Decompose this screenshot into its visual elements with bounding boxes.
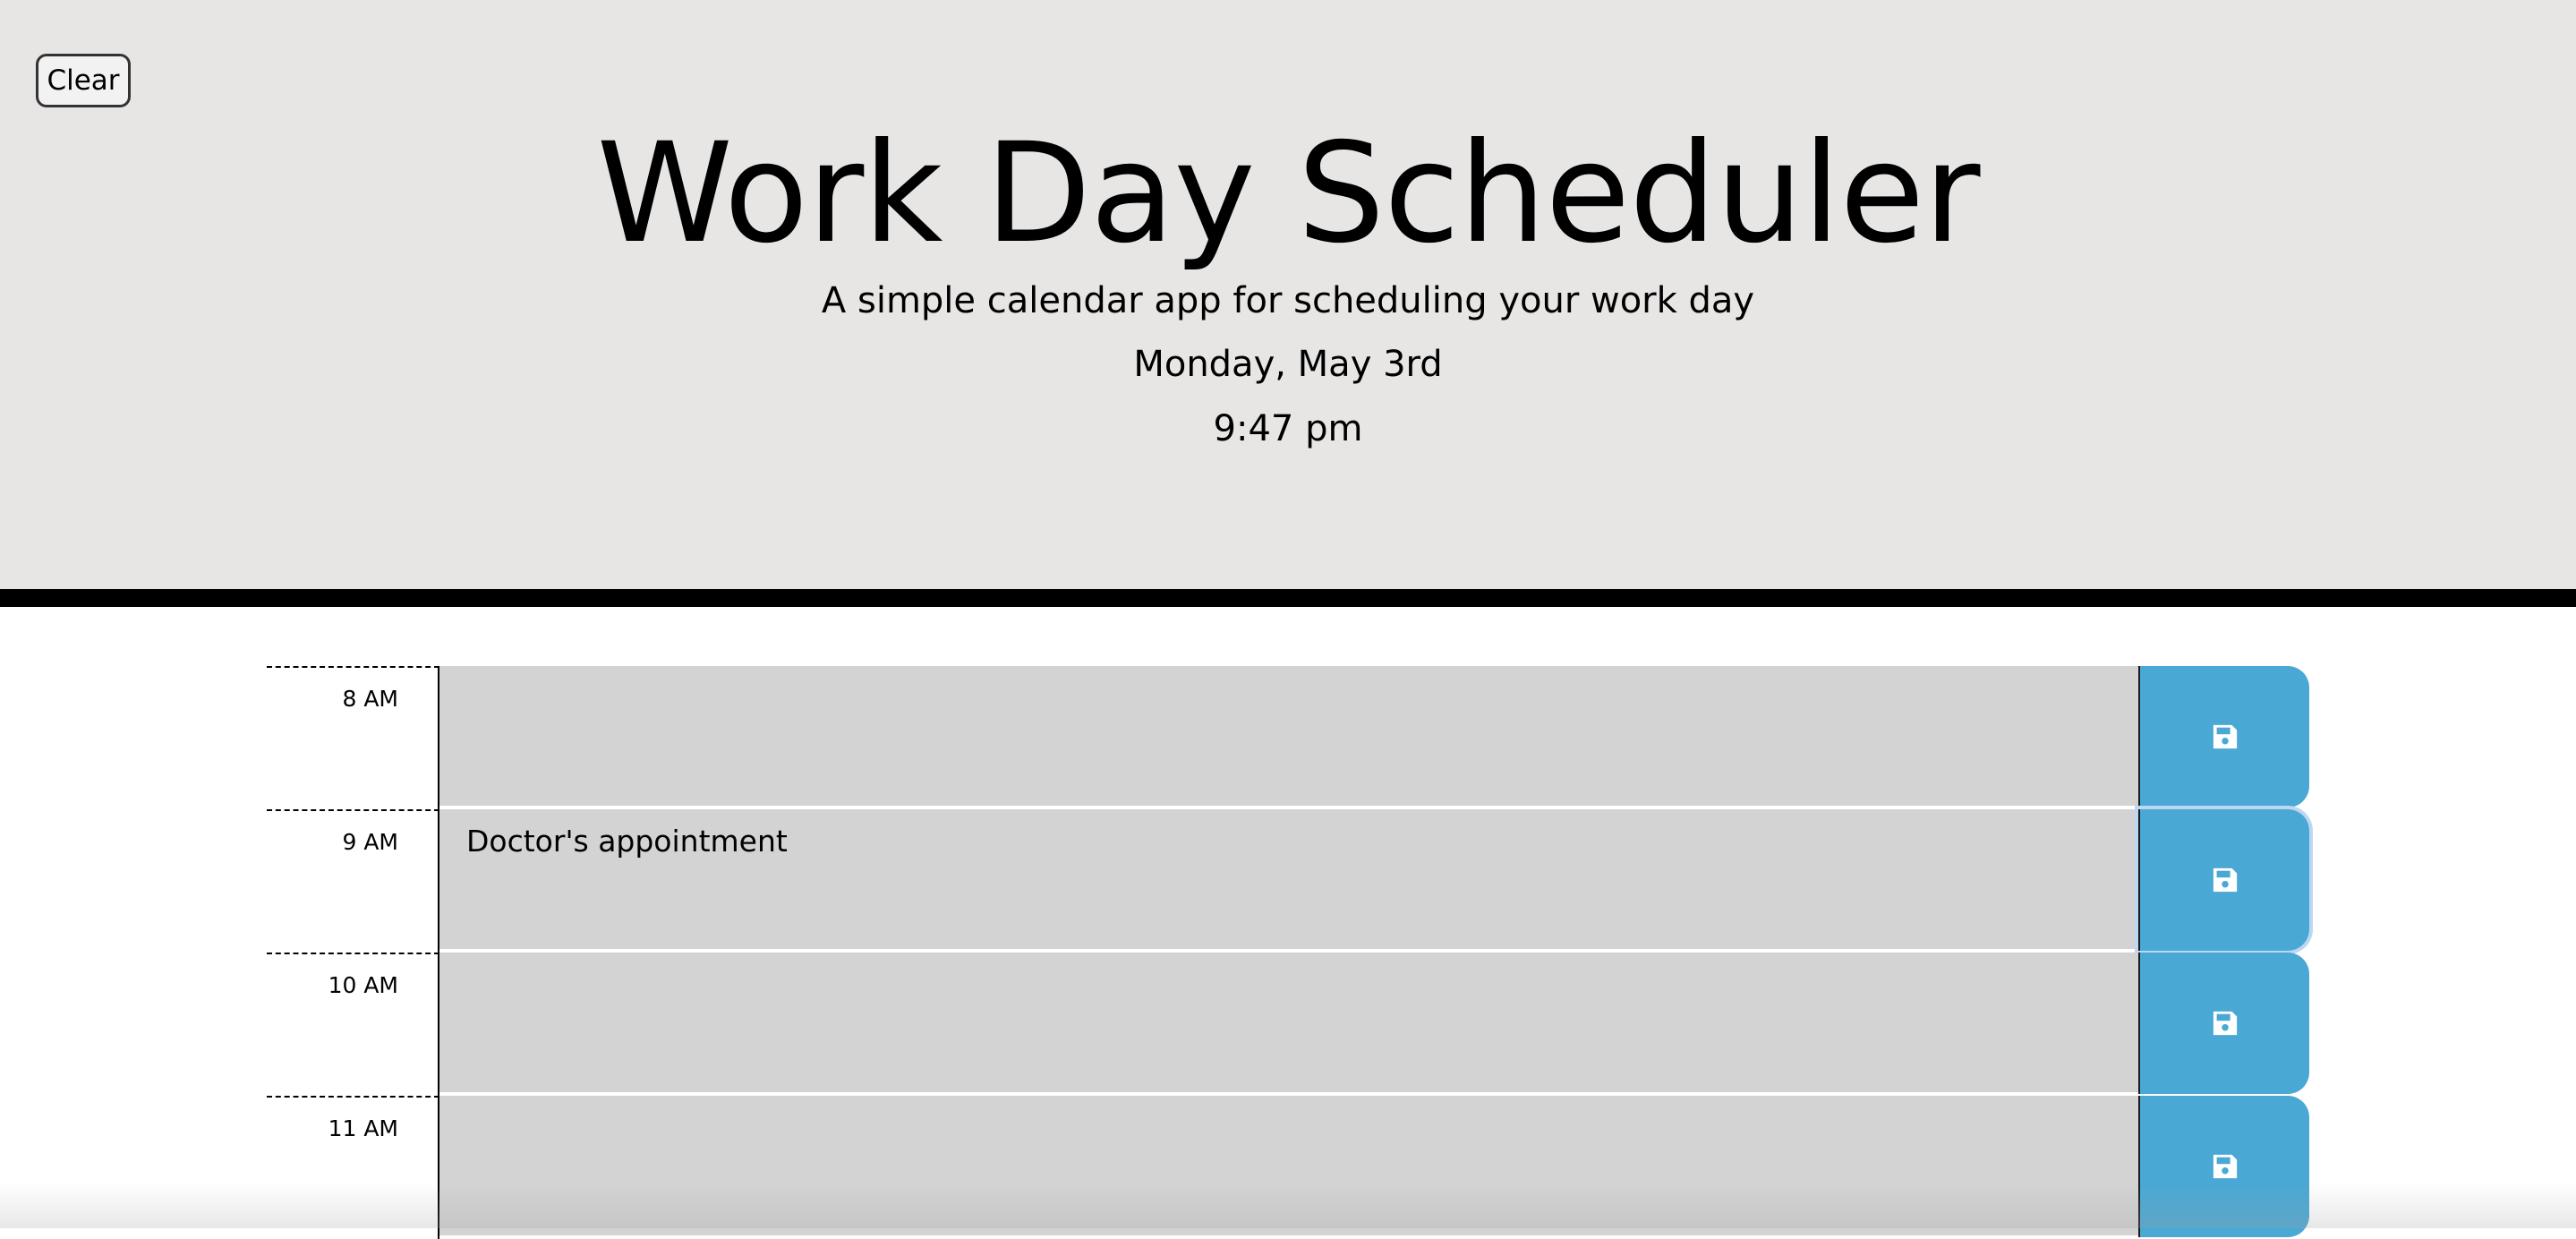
current-day: Monday, May 3rd (1133, 344, 1443, 385)
floppy-disk-icon (2213, 1154, 2237, 1179)
schedule-container: 8 AM 9 AM Doctor's appointment 10 AM 11 … (267, 666, 2309, 1239)
description-input-9am[interactable]: Doctor's appointment (439, 809, 2138, 951)
page-subtitle: A simple calendar app for scheduling you… (821, 280, 1755, 321)
floppy-disk-icon (2213, 1011, 2237, 1036)
save-button-11am[interactable] (2138, 1096, 2309, 1237)
description-input-10am[interactable] (439, 953, 2138, 1094)
header: Clear Work Day Scheduler A simple calend… (0, 0, 2576, 607)
time-block-11am: 11 AM (267, 1096, 2309, 1239)
time-block-8am: 8 AM (267, 666, 2309, 809)
description-input-8am[interactable] (439, 666, 2138, 807)
page-title: Work Day Scheduler (596, 114, 1981, 274)
hour-label: 10 AM (267, 953, 439, 1096)
hour-label: 8 AM (267, 666, 439, 809)
clear-button[interactable]: Clear (36, 54, 131, 107)
save-button-8am[interactable] (2138, 666, 2309, 807)
floppy-disk-icon (2213, 867, 2237, 893)
floppy-disk-icon (2213, 724, 2237, 749)
save-button-10am[interactable] (2138, 953, 2309, 1094)
time-block-10am: 10 AM (267, 953, 2309, 1096)
current-time: 9:47 pm (1213, 408, 1363, 449)
time-block-9am: 9 AM Doctor's appointment (267, 809, 2309, 953)
hour-label: 11 AM (267, 1096, 439, 1239)
hour-label: 9 AM (267, 809, 439, 953)
description-input-11am[interactable] (439, 1096, 2138, 1237)
save-button-9am[interactable] (2138, 809, 2309, 951)
